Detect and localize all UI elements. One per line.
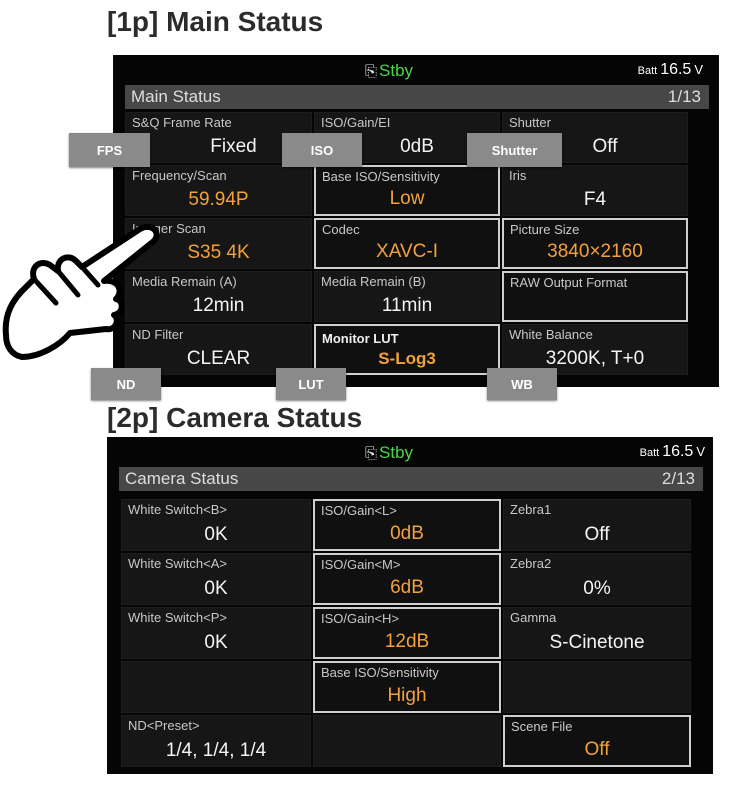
rec-status-icon: ⎘	[365, 63, 378, 80]
pointing-hand-icon	[2, 223, 160, 360]
cell-value: F4	[583, 189, 607, 210]
cell-value: 0K	[204, 578, 228, 599]
cell-value: XAVC-I	[376, 241, 438, 262]
cell-label: White Balance	[509, 327, 593, 342]
main-status-titlebar: Main Status 1/13	[125, 85, 709, 109]
cell-empty	[121, 661, 311, 713]
standby-indicator: ⎘ Stby	[365, 61, 413, 81]
page1-heading: [1p] Main Status	[107, 6, 324, 37]
cell-iso-gain-m[interactable]: ISO/Gain<M> 6dB	[313, 553, 501, 605]
cell-value: 59.94P	[188, 189, 249, 210]
cell-value: 3840×2160	[547, 241, 643, 262]
batt-value: 16.5	[662, 443, 694, 460]
cell-label: White Switch<B>	[128, 502, 227, 517]
cell-label: Media Remain (B)	[321, 274, 426, 289]
batt-value: 16.5	[660, 61, 692, 78]
cell-label: Base ISO/Sensitivity	[322, 169, 440, 184]
cell-value: Off	[584, 524, 610, 545]
cell-zebra2[interactable]: Zebra2 0%	[503, 553, 691, 605]
cell-picture-size[interactable]: Picture Size 3840×2160	[502, 218, 688, 269]
cell-white-switch-a[interactable]: White Switch<A> 0K	[121, 553, 311, 605]
cell-value: 0%	[583, 578, 611, 599]
page-indicator: 1/13	[667, 87, 701, 106]
batt-label: Batt	[637, 65, 658, 77]
cell-empty	[313, 715, 501, 767]
cell-iso-gain-l[interactable]: ISO/Gain<L> 0dB	[313, 499, 501, 551]
cell-label: Iris	[509, 168, 527, 183]
cell-raw-output-format[interactable]: RAW Output Format	[502, 271, 688, 322]
cell-label: Frequency/Scan	[132, 168, 227, 183]
cell-value: Low	[389, 188, 425, 209]
cell-base-iso-sensitivity[interactable]: Base ISO/Sensitivity High	[313, 661, 501, 713]
standby-indicator: ⎘ Stby	[365, 443, 413, 463]
cell-label: Zebra2	[510, 556, 552, 571]
cell-zebra1[interactable]: Zebra1 Off	[503, 499, 691, 551]
cell-label: Codec	[322, 222, 360, 237]
cell-label: Scene File	[511, 719, 573, 734]
batt-unit: V	[696, 444, 705, 459]
page-indicator: 2/13	[661, 469, 695, 488]
battery-indicator: Batt 16.5 V	[638, 61, 703, 79]
battery-indicator: Batt 16.5 V	[640, 443, 705, 461]
cell-white-switch-p[interactable]: White Switch<P> 0K	[121, 607, 311, 659]
wb-tag: WB	[487, 368, 557, 400]
cell-gamma[interactable]: Gamma S-Cinetone	[503, 607, 691, 659]
cell-white-switch-b[interactable]: White Switch<B> 0K	[121, 499, 311, 551]
cell-value: 6dB	[390, 577, 424, 598]
cell-scene-file[interactable]: Scene File Off	[503, 715, 691, 767]
standby-text: Stby	[379, 443, 414, 462]
cell-iris[interactable]: Iris F4	[502, 165, 688, 216]
status-topbar: ⎘ Stby Batt 16.5 V	[107, 437, 713, 469]
cell-label: Zebra1	[510, 502, 552, 517]
cell-value: 3200K, T+0	[545, 348, 645, 369]
camera-status-panel: ⎘ Stby Batt 16.5 V Camera Status 2/13 White…	[107, 437, 713, 774]
cell-value: 0K	[204, 632, 228, 653]
fps-tag: FPS	[69, 133, 150, 167]
cell-nd-preset[interactable]: ND<Preset> 1/4, 1/4, 1/4	[121, 715, 311, 767]
cell-label: Shutter	[509, 115, 551, 130]
camera-status-titlebar: Camera Status 2/13	[119, 467, 703, 491]
cell-value: High	[387, 685, 427, 706]
batt-label: Batt	[639, 447, 660, 459]
cell-label: Gamma	[510, 610, 557, 625]
cell-label: RAW Output Format	[510, 275, 628, 290]
cell-value: 1/4, 1/4, 1/4	[165, 740, 267, 761]
cell-media-remain-b[interactable]: Media Remain (B) 11min	[314, 271, 500, 322]
lut-tag: LUT	[276, 368, 346, 400]
cell-label: Base ISO/Sensitivity	[321, 665, 439, 680]
rec-status-icon: ⎘	[365, 445, 378, 462]
cell-label: Picture Size	[510, 222, 580, 237]
cell-label: ND<Preset>	[128, 718, 200, 733]
main-status-panel: ⎘ Stby Batt 16.5 V Main Status 1/13 S&Q Fra…	[113, 55, 719, 387]
cell-base-iso[interactable]: Base ISO/Sensitivity Low	[314, 165, 500, 216]
cell-codec[interactable]: Codec XAVC-I	[314, 218, 500, 269]
cell-value: S-Cinetone	[549, 632, 645, 653]
iso-tag: ISO	[282, 133, 362, 167]
cell-label: ISO/Gain<M>	[321, 557, 401, 572]
cell-value: 11min	[381, 295, 433, 316]
nd-tag: ND	[91, 368, 161, 400]
standby-text: Stby	[379, 61, 414, 80]
cell-label: Monitor LUT	[322, 331, 399, 346]
cell-value: Off	[584, 739, 610, 760]
cell-label: White Switch<P>	[128, 610, 227, 625]
status-topbar: ⎘ Stby Batt 16.5 V	[113, 55, 719, 87]
cell-value: S-Log3	[378, 349, 436, 368]
cell-label: S&Q Frame Rate	[132, 115, 232, 130]
camera-status-title: Camera Status	[125, 469, 239, 488]
cell-label: ISO/Gain<L>	[321, 503, 397, 518]
page2-heading: [2p] Camera Status	[107, 402, 363, 433]
cell-label: White Switch<A>	[128, 556, 227, 571]
cell-value: 12dB	[384, 631, 430, 652]
cell-frequency-scan[interactable]: Frequency/Scan 59.94P	[125, 165, 312, 216]
cell-empty	[503, 661, 691, 713]
cell-iso-gain-h[interactable]: ISO/Gain<H> 12dB	[313, 607, 501, 659]
cell-value: 0dB	[390, 523, 424, 544]
cell-label: ISO/Gain<H>	[321, 611, 400, 626]
shutter-tag: Shutter	[467, 133, 562, 167]
batt-unit: V	[694, 62, 703, 77]
cell-label: ISO/Gain/EI	[321, 115, 391, 130]
cell-value: 0K	[204, 524, 228, 545]
main-status-title: Main Status	[131, 87, 221, 106]
